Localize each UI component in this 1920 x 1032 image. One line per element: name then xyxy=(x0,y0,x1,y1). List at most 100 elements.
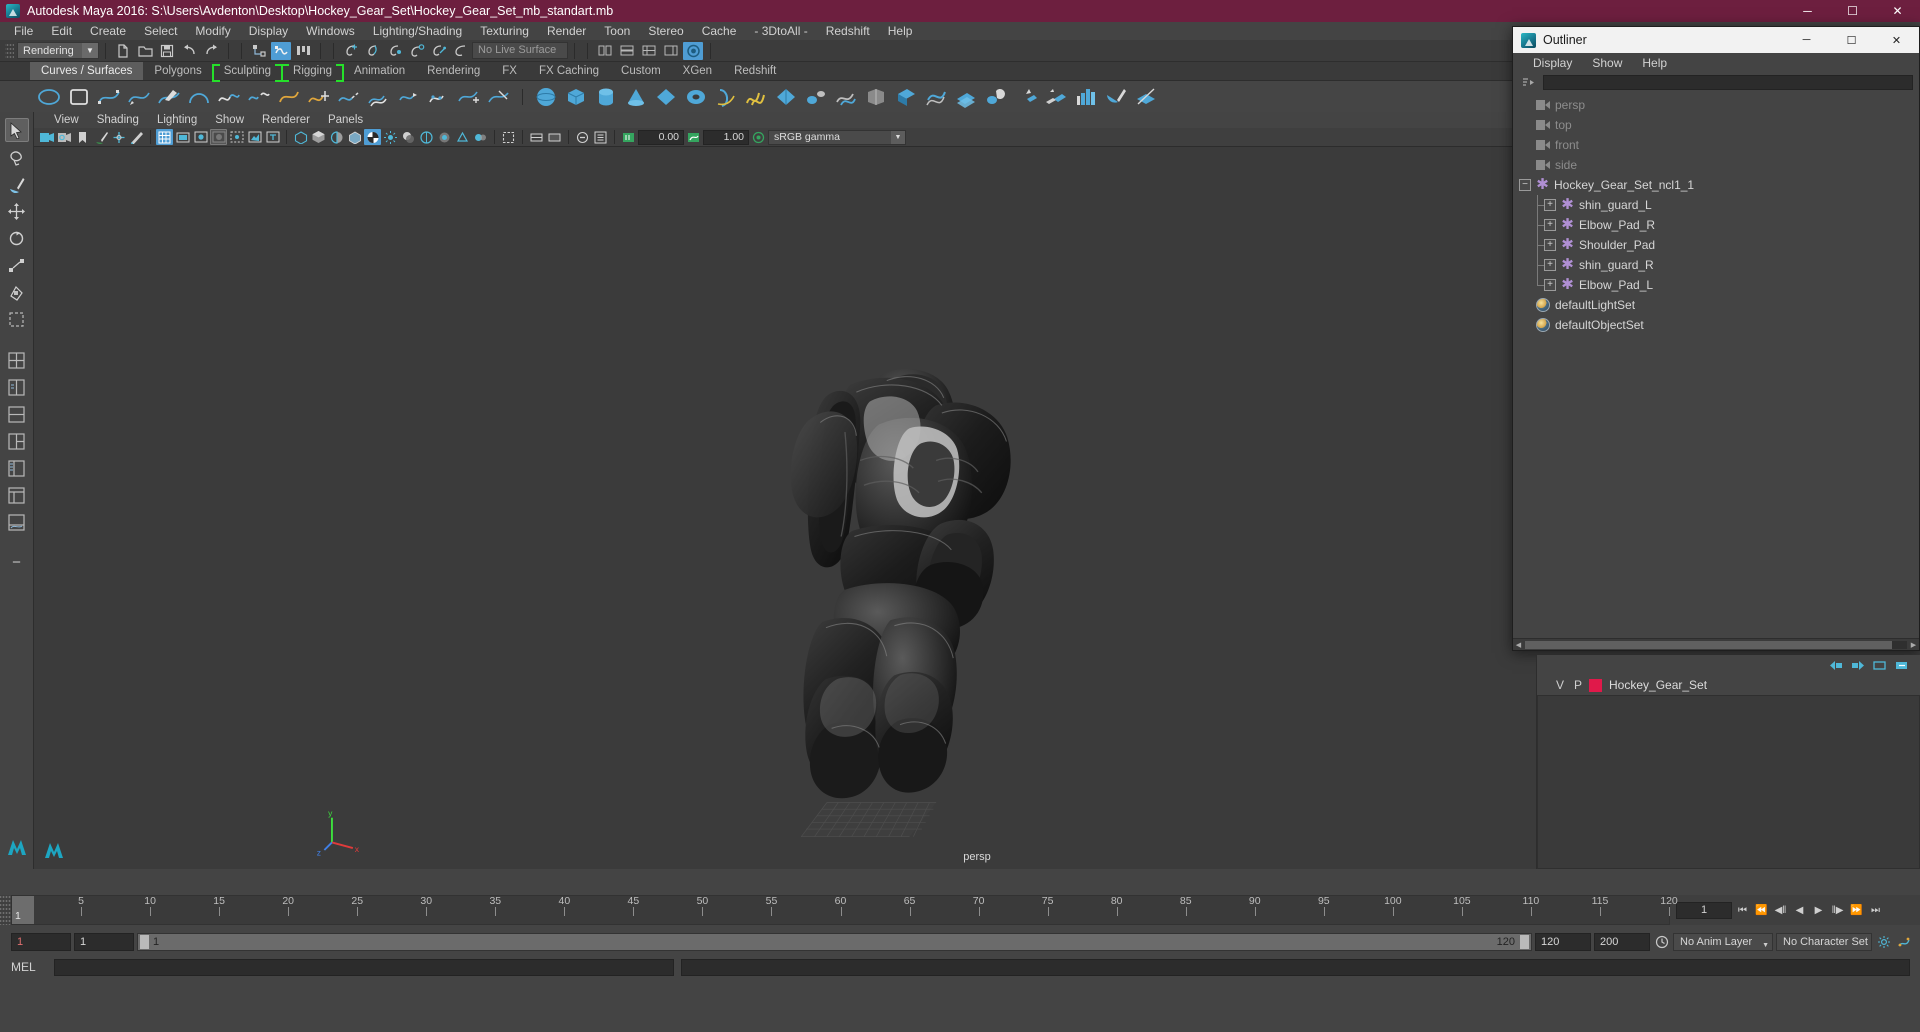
gate-mask-icon[interactable] xyxy=(210,129,227,145)
menu-item-stereo[interactable]: Stereo xyxy=(639,22,692,40)
scale-tool[interactable] xyxy=(5,253,29,277)
outliner-item-defaultlightset[interactable]: defaultLightSet xyxy=(1513,295,1919,315)
menu-item-file[interactable]: File xyxy=(5,22,42,40)
scroll-left-icon[interactable]: ◀ xyxy=(1513,639,1524,650)
duplicate-surface-curves-icon[interactable] xyxy=(1043,84,1069,110)
time-slider-grip[interactable] xyxy=(0,895,11,925)
viewport-menu-renderer[interactable]: Renderer xyxy=(253,114,319,126)
playback-start-time-field[interactable]: 1 xyxy=(74,933,134,951)
show-hide-editors-3[interactable] xyxy=(639,42,659,60)
two-d-pan-zoom-icon[interactable] xyxy=(110,129,127,145)
render-view-button[interactable] xyxy=(683,41,703,60)
step-forward-key-button[interactable]: ⏩ xyxy=(1848,902,1865,919)
layout-three-panes[interactable] xyxy=(5,429,29,453)
outliner-minimize-button[interactable]: ─ xyxy=(1784,27,1829,53)
shelf-tab-custom[interactable]: Custom xyxy=(610,62,672,80)
layer-move-left-icon[interactable] xyxy=(1828,658,1844,672)
open-close-curves-icon[interactable] xyxy=(276,84,302,110)
outliner-menu-show[interactable]: Show xyxy=(1582,56,1632,70)
image-plane-icon[interactable] xyxy=(92,129,109,145)
color-management-icon[interactable] xyxy=(750,129,767,145)
viewport-menu-view[interactable]: View xyxy=(45,114,88,126)
camera-attributes-icon[interactable] xyxy=(56,129,73,145)
color-space-selector[interactable]: sRGB gamma ▼ xyxy=(768,129,906,145)
current-time-indicator[interactable]: 1 xyxy=(12,896,34,924)
depth-of-field-icon[interactable] xyxy=(472,129,489,145)
shelf-tab-animation[interactable]: Animation xyxy=(343,62,417,80)
menu-item-toon[interactable]: Toon xyxy=(595,22,639,40)
pencil-curve-tool-icon[interactable] xyxy=(156,84,182,110)
nurbs-square-icon[interactable] xyxy=(66,84,92,110)
expand-node-icon[interactable]: + xyxy=(1544,279,1556,291)
outliner-search-input[interactable] xyxy=(1543,75,1913,90)
sculpt-geometry-tool-icon[interactable] xyxy=(1103,84,1129,110)
trim-tool-icon[interactable] xyxy=(983,84,1009,110)
extrude-surface-icon[interactable] xyxy=(803,84,829,110)
menu-item-display[interactable]: Display xyxy=(240,22,297,40)
menu-item-3dtoall[interactable]: - 3DtoAll - xyxy=(745,22,816,40)
layout-outliner-persp[interactable] xyxy=(5,456,29,480)
outliner-item-elbow-pad-r[interactable]: + ✱ Elbow_Pad_R xyxy=(1513,215,1919,235)
grid-toggle-icon[interactable] xyxy=(156,129,173,145)
step-back-button[interactable]: ◀‖ xyxy=(1772,902,1789,919)
outliner-maximize-button[interactable]: ☐ xyxy=(1829,27,1874,53)
character-set-selector[interactable]: No Character Set xyxy=(1776,933,1872,951)
select-by-object-type-button[interactable] xyxy=(271,41,291,60)
motion-blur-icon[interactable] xyxy=(436,129,453,145)
attach-curves-icon[interactable] xyxy=(216,84,242,110)
statusline-grip[interactable] xyxy=(5,41,14,60)
exposure-swatch-icon[interactable] xyxy=(620,129,637,145)
viewport-menu-shading[interactable]: Shading xyxy=(88,114,148,126)
snap-to-view-planes-button[interactable] xyxy=(429,42,449,60)
surface-editing-tool-icon[interactable] xyxy=(1133,84,1159,110)
command-language-label[interactable]: MEL xyxy=(11,960,47,974)
outliner-item-shin-guard-r[interactable]: + ✱ shin_guard_R xyxy=(1513,255,1919,275)
xray-mode-icon[interactable] xyxy=(528,129,545,145)
shelf-tab-sculpting[interactable]: Sculpting xyxy=(211,62,284,82)
outliner-item-front[interactable]: front xyxy=(1513,135,1919,155)
layout-two-panes-stacked[interactable] xyxy=(5,402,29,426)
insert-knot-icon[interactable] xyxy=(306,84,332,110)
wireframe-on-shaded-icon[interactable] xyxy=(346,129,363,145)
play-forwards-button[interactable]: ▶ xyxy=(1810,902,1827,919)
shelf-tab-polygons[interactable]: Polygons xyxy=(143,62,213,80)
animation-end-time-field[interactable]: 200 xyxy=(1594,933,1650,951)
range-left-handle[interactable] xyxy=(140,935,149,949)
make-live-button[interactable] xyxy=(451,42,471,60)
layer-visibility-column[interactable]: V xyxy=(1551,678,1569,692)
command-response-field[interactable] xyxy=(681,958,1910,976)
snap-to-point-button[interactable] xyxy=(385,42,405,60)
outliner-item-defaultobjectset[interactable]: defaultObjectSet xyxy=(1513,315,1919,335)
layer-row[interactable]: V P Hockey_Gear_Set xyxy=(1537,675,1920,695)
go-to-start-button[interactable]: ⏮ xyxy=(1734,902,1751,919)
xray-joints-icon[interactable] xyxy=(228,129,245,145)
multisample-aa-icon[interactable] xyxy=(454,129,471,145)
layout-hypershade-persp[interactable] xyxy=(5,483,29,507)
square-surface-icon[interactable] xyxy=(893,84,919,110)
collapse-node-icon[interactable]: − xyxy=(1519,179,1531,191)
outliner-item-top[interactable]: top xyxy=(1513,115,1919,135)
layout-single-pane[interactable] xyxy=(5,348,29,372)
select-camera-icon[interactable] xyxy=(38,129,55,145)
outliner-menu-display[interactable]: Display xyxy=(1523,56,1582,70)
nurbs-cylinder-icon[interactable] xyxy=(593,84,619,110)
layer-create-empty-icon[interactable] xyxy=(1872,658,1888,672)
nurbs-sphere-icon[interactable] xyxy=(533,84,559,110)
exposure-icon[interactable] xyxy=(246,129,263,145)
resolution-gate-icon[interactable] xyxy=(192,129,209,145)
layout-persp-graph[interactable] xyxy=(5,510,29,534)
add-points-tool-icon[interactable] xyxy=(456,84,482,110)
select-by-component-type-button[interactable] xyxy=(293,42,313,60)
rotate-tool[interactable] xyxy=(5,226,29,250)
scroll-right-icon[interactable]: ▶ xyxy=(1908,639,1919,650)
outliner-close-button[interactable]: ✕ xyxy=(1874,27,1919,53)
expand-node-icon[interactable]: + xyxy=(1544,259,1556,271)
exposure-value-field[interactable]: 0.00 xyxy=(638,129,684,145)
step-forward-button[interactable]: ‖▶ xyxy=(1829,902,1846,919)
snap-to-projected-center-button[interactable] xyxy=(407,42,427,60)
shelf-tab-rigging[interactable]: Rigging xyxy=(281,62,345,82)
cv-curve-tool-icon[interactable] xyxy=(96,84,122,110)
layout-two-panes-side[interactable] xyxy=(5,375,29,399)
auto-key-icon[interactable] xyxy=(1653,934,1670,951)
outliner-item-side[interactable]: side xyxy=(1513,155,1919,175)
